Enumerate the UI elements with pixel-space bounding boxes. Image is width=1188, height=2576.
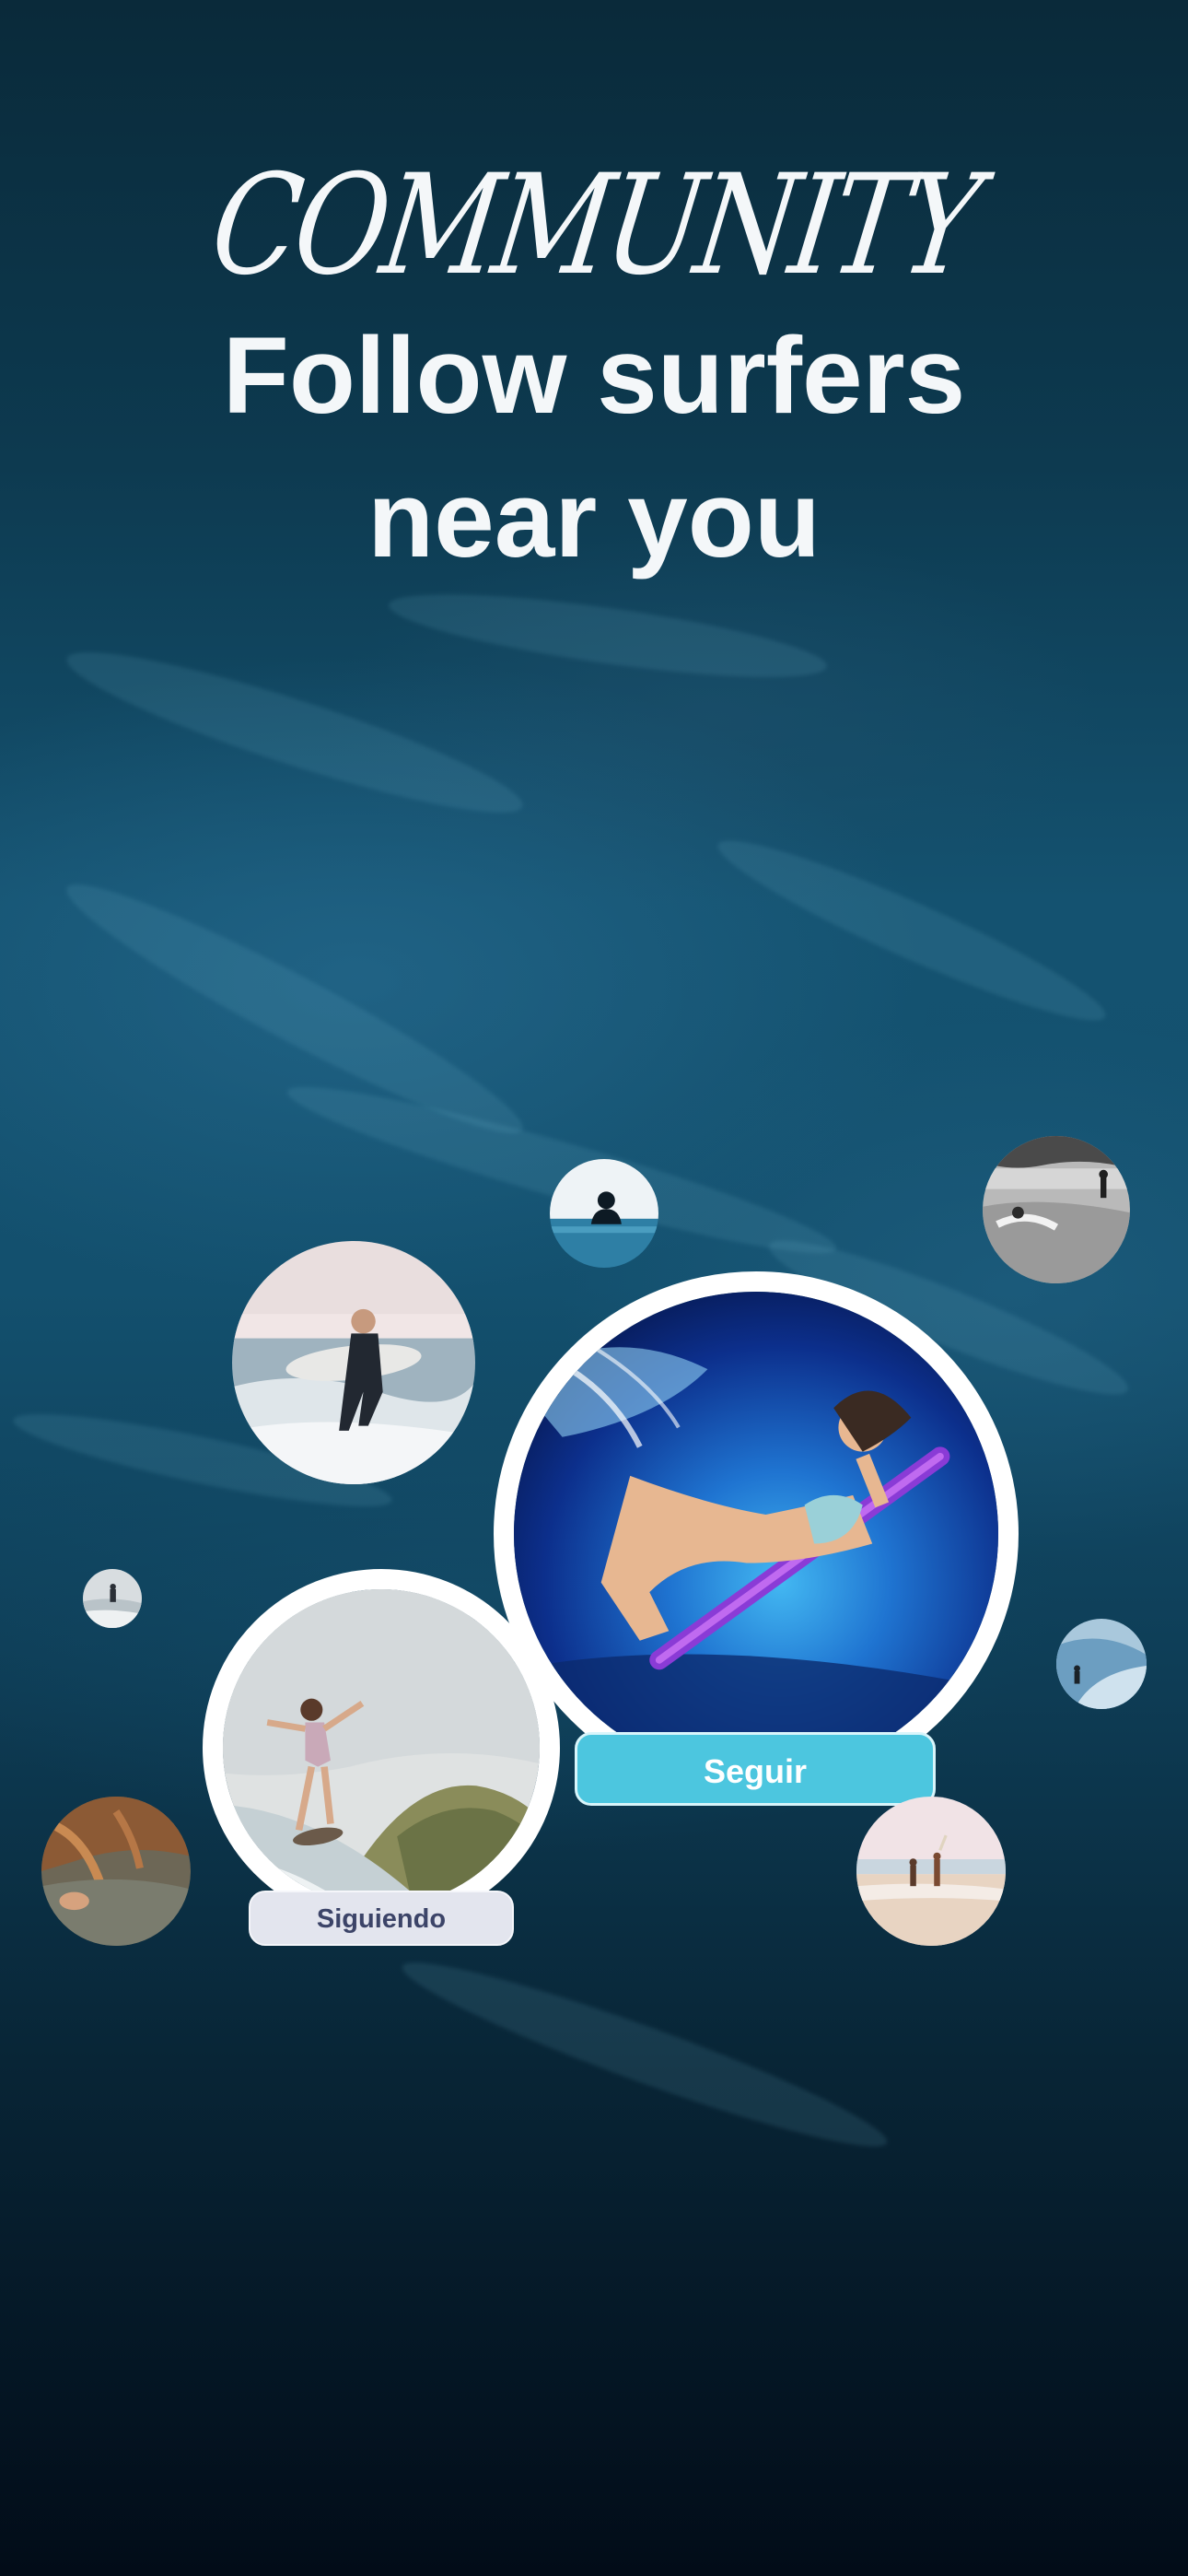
black-and-white-beach-photo — [983, 1136, 1130, 1283]
follow-button[interactable]: Seguir — [575, 1732, 936, 1806]
title-line-2: near you — [367, 459, 821, 580]
surfer-carrying-board-photo — [232, 1241, 475, 1484]
profile-bubble[interactable] — [41, 1797, 191, 1946]
profile-bubble[interactable] — [856, 1797, 1006, 1946]
surfer-underwater-photo — [514, 1292, 998, 1776]
profile-bubble[interactable] — [983, 1136, 1130, 1283]
headline: COMMUNITY Follow surfers near you — [0, 146, 1188, 591]
close-up-hand-on-board-photo — [41, 1797, 191, 1946]
two-people-on-beach-photo — [856, 1797, 1006, 1946]
title-line-1: Follow surfers — [222, 315, 966, 437]
surfer-riding-wave-photo — [223, 1589, 540, 1906]
surfer-silhouette-photo — [550, 1159, 658, 1268]
profile-bubble[interactable] — [83, 1569, 142, 1628]
small-surfer-photo — [83, 1569, 142, 1628]
surfer-on-blue-wave-photo — [1056, 1619, 1147, 1709]
profile-bubble[interactable] — [1056, 1619, 1147, 1709]
following-button[interactable]: Siguiendo — [249, 1891, 514, 1946]
profile-bubble[interactable] — [232, 1241, 475, 1484]
featured-profile-bubble[interactable] — [494, 1271, 1019, 1797]
following-profile-bubble[interactable] — [203, 1569, 560, 1926]
profile-bubble[interactable] — [550, 1159, 658, 1268]
community-kicker: COMMUNITY — [202, 146, 986, 306]
